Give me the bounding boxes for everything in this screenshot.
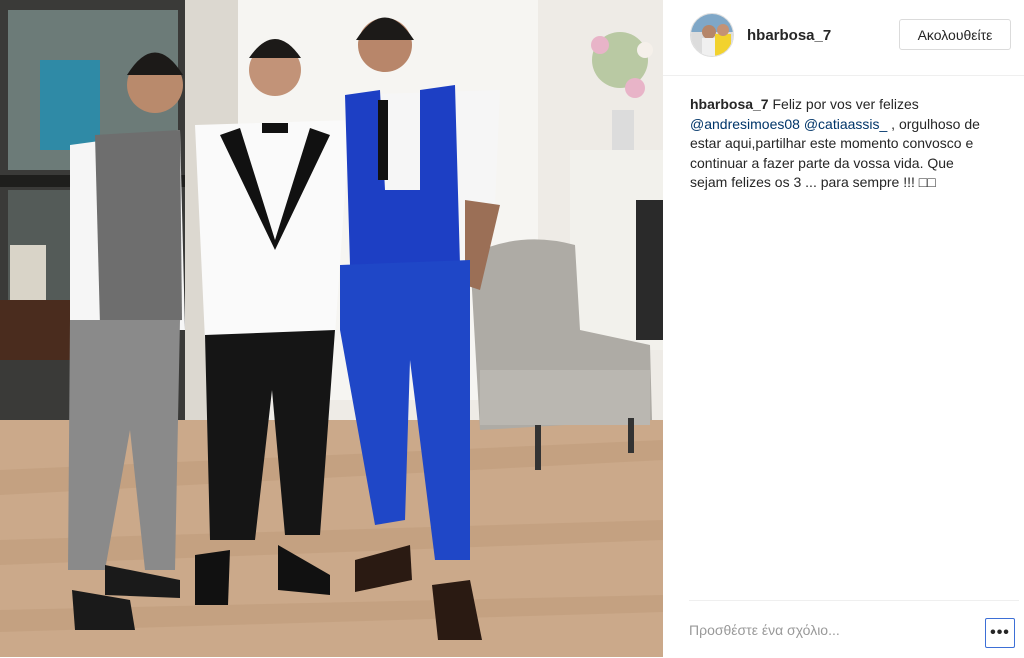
caption-username[interactable]: hbarbosa_7 <box>690 96 769 112</box>
comment-bar: ••• <box>689 600 1019 658</box>
more-options-icon[interactable]: ••• <box>985 618 1015 648</box>
following-button[interactable]: Ακολουθείτε <box>899 19 1011 50</box>
mention-catiaassis[interactable]: @catiaassis_ <box>804 116 887 132</box>
post-side-panel: hbarbosa_7 Ακολουθείτε hbarbosa_7 Feliz … <box>663 0 1024 657</box>
post-username[interactable]: hbarbosa_7 <box>747 27 831 44</box>
comment-input[interactable] <box>689 615 969 645</box>
avatar-image <box>691 14 733 56</box>
caption-text-1: Feliz por vos ver felizes <box>768 96 919 112</box>
post-header: hbarbosa_7 Ακολουθείτε <box>663 0 1024 76</box>
mention-andresimoes08[interactable]: @andresimoes08 <box>690 116 800 132</box>
profile-avatar[interactable] <box>690 13 734 57</box>
post-caption: hbarbosa_7 Feliz por vos ver felizes @an… <box>690 95 990 193</box>
wedding-group-photo <box>0 0 663 657</box>
post-photo[interactable] <box>0 0 663 657</box>
